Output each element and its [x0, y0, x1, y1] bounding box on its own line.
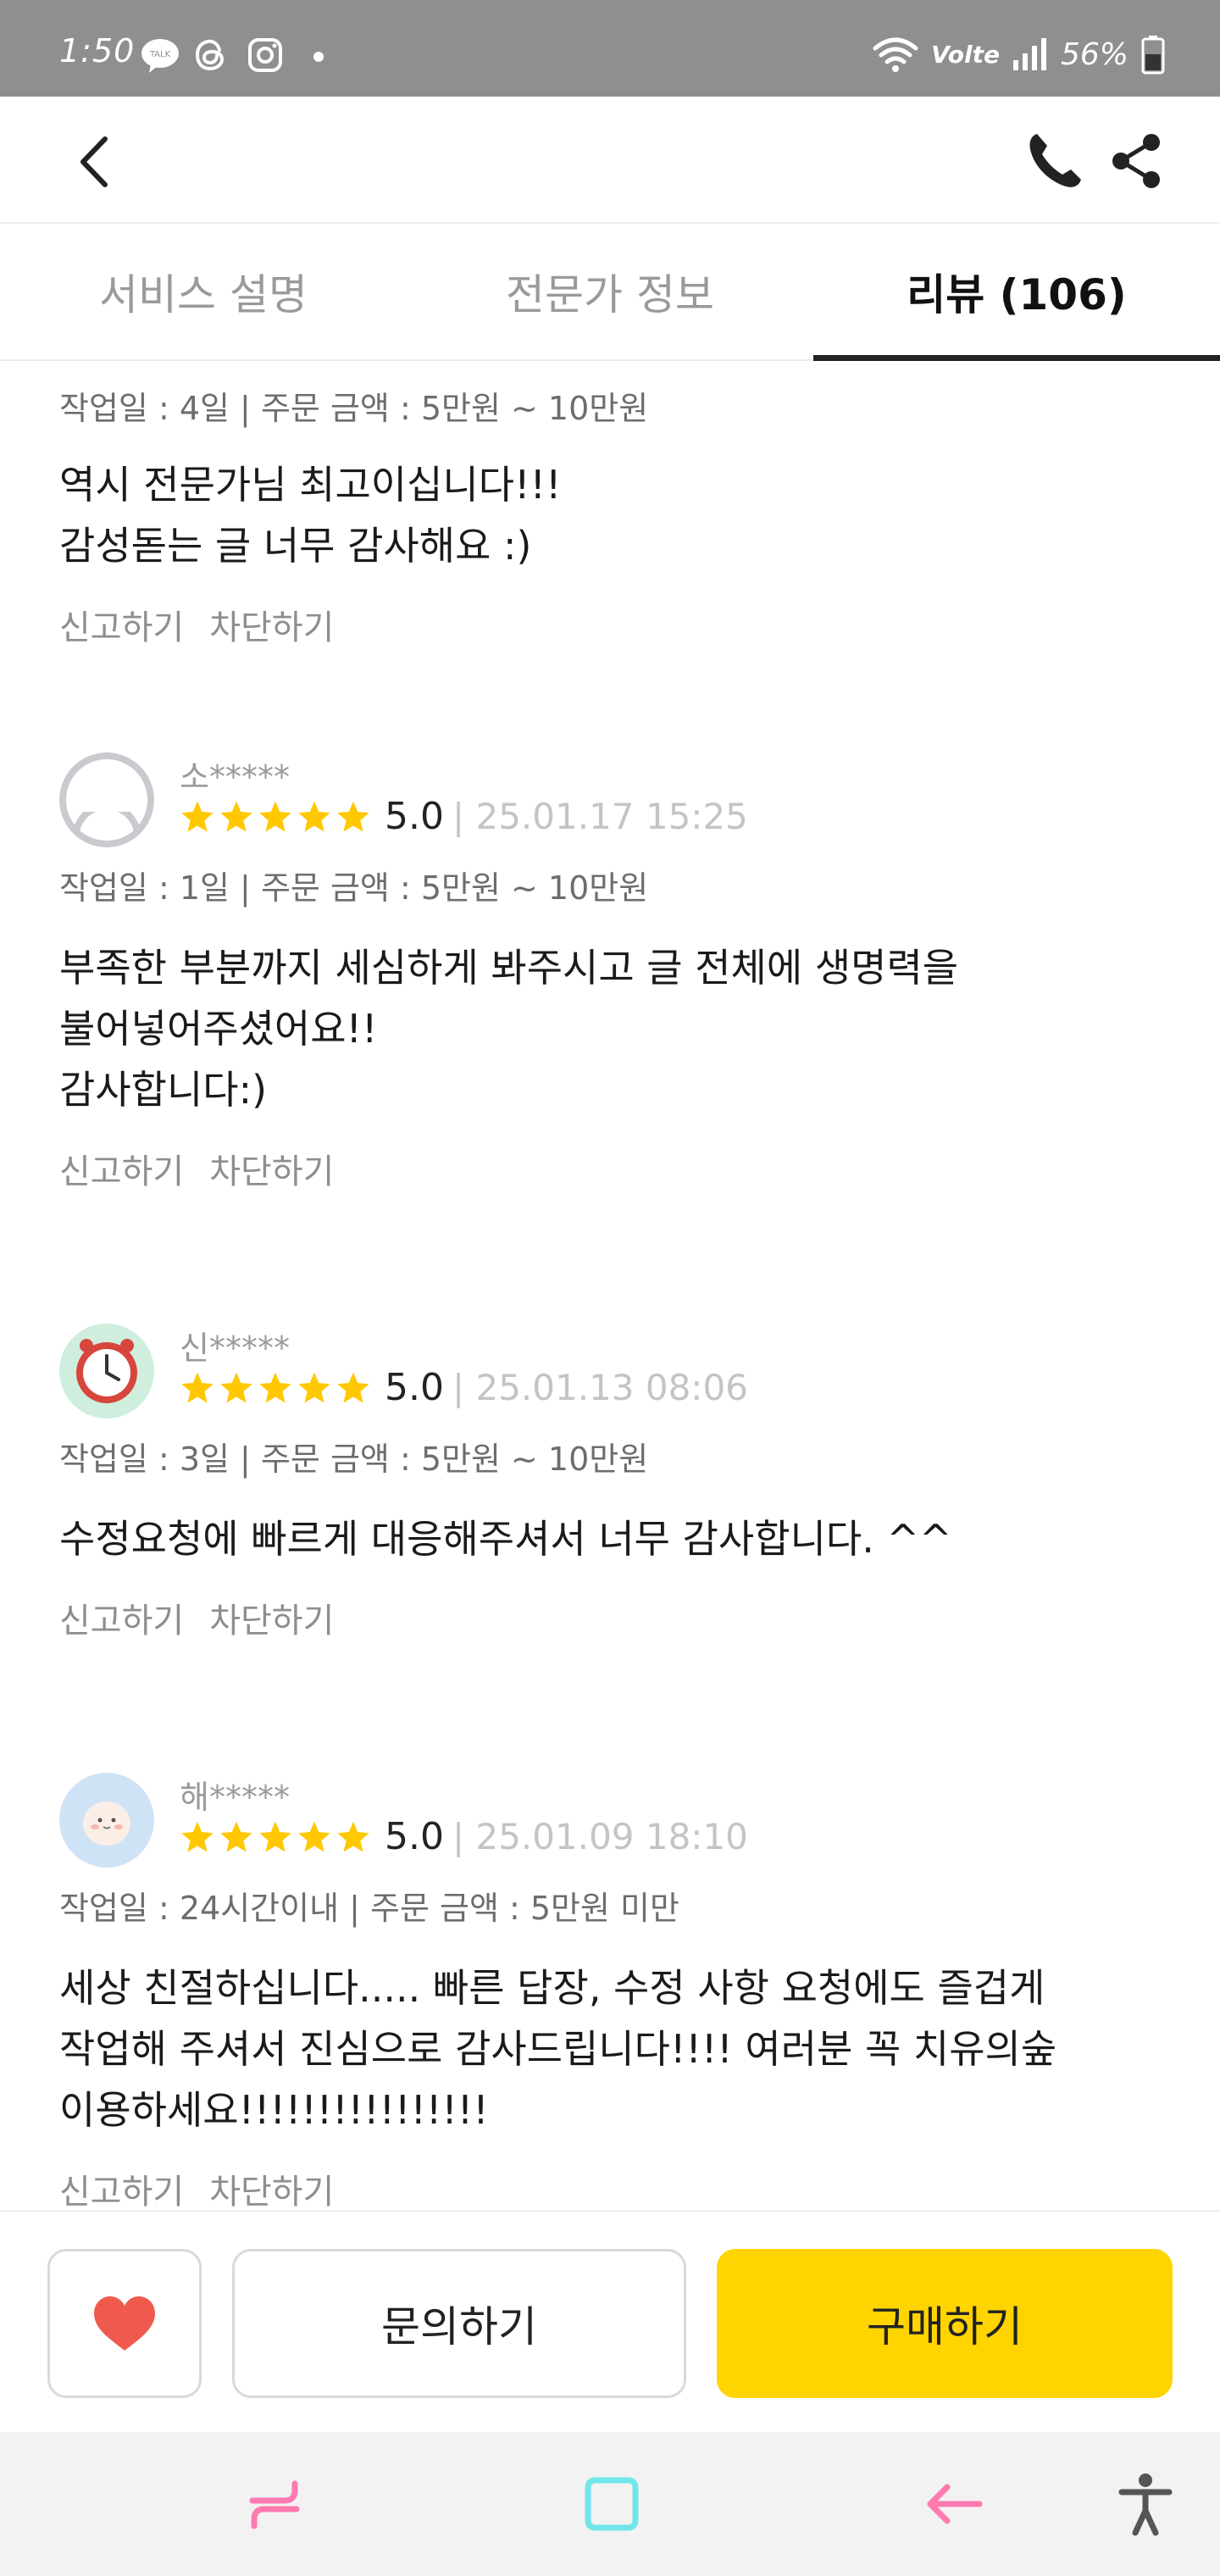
- inquire-button[interactable]: 문의하기: [232, 2249, 686, 2398]
- star-rating: [180, 1370, 371, 1406]
- review-date: | 25.01.13 08:06: [452, 1367, 748, 1408]
- star-icon: [298, 1821, 330, 1852]
- review-meta: 작업일 : 4일 | 주문 금액 : 5만원 ~ 10만원: [59, 390, 649, 427]
- block-button[interactable]: 차단하기: [209, 600, 334, 649]
- top-app-bar: [0, 97, 1220, 224]
- buy-button[interactable]: 구매하기: [717, 2249, 1173, 2398]
- phone-icon[interactable]: [1025, 130, 1084, 192]
- home-icon[interactable]: [578, 2470, 646, 2538]
- rating-score: 5.0: [385, 795, 444, 838]
- star-icon: [259, 1821, 291, 1852]
- block-button[interactable]: 차단하기: [209, 2164, 334, 2210]
- review-item: 소***** 5.0 | 25.01.17 15:25 작업일 : 1일 | 주…: [59, 752, 1161, 1193]
- battery-icon: [1141, 36, 1165, 75]
- review-date: | 25.01.09 18:10: [452, 1816, 748, 1857]
- wishlist-button[interactable]: [47, 2249, 202, 2398]
- signal-icon: [1012, 38, 1046, 70]
- block-button[interactable]: 차단하기: [209, 1144, 334, 1193]
- reviewer-name: 해*****: [180, 1779, 290, 1816]
- wifi-icon: [873, 37, 918, 72]
- star-icon: [298, 1372, 330, 1402]
- system-nav-bar: [0, 2432, 1220, 2576]
- rating-row: 5.0 | 25.01.17 15:25: [180, 795, 748, 838]
- block-button[interactable]: 차단하기: [209, 1593, 334, 1642]
- star-icon: [298, 801, 330, 831]
- review-meta: 작업일 : 24시간이내 | 주문 금액 : 5만원 미만: [59, 1890, 679, 1927]
- rating-score: 5.0: [385, 1366, 444, 1409]
- tab-service-description[interactable]: 서비스 설명: [0, 224, 407, 359]
- battery-percent: 56%: [1060, 36, 1128, 72]
- star-rating: [180, 799, 371, 835]
- reviewer-name: 신*****: [180, 1330, 290, 1367]
- star-icon: [337, 1821, 369, 1852]
- review-content: 수정요청에 빠르게 대응해주셔서 너무 감사합니다. ^^: [59, 1516, 952, 1562]
- status-right: Volte 56%: [872, 34, 1166, 75]
- tab-expert-info[interactable]: 전문가 정보: [407, 224, 813, 359]
- star-icon: [259, 801, 291, 831]
- review-item: 해***** 5.0 | 25.01.09 18:10 작업일 : 24시간이내…: [59, 1773, 1161, 2210]
- report-button[interactable]: 신고하기: [59, 1144, 184, 1193]
- review-item: 신***** 5.0 | 25.01.13 08:06 작업일 : 3일 | 주…: [59, 1324, 1161, 1642]
- review-content: 역시 전문가님 최고이십니다!!! 감성돋는 글 너무 감사해요 :): [59, 462, 562, 569]
- reviewer-row: 소***** 5.0 | 25.01.17 15:25: [59, 752, 1161, 863]
- rating-row: 5.0 | 25.01.13 08:06: [180, 1366, 748, 1409]
- review-item: 작업일 : 4일 | 주문 금액 : 5만원 ~ 10만원 역시 전문가님 최고…: [59, 383, 1161, 649]
- threads-icon: [195, 39, 225, 71]
- report-button[interactable]: 신고하기: [59, 1593, 184, 1642]
- report-button[interactable]: 신고하기: [59, 600, 184, 649]
- star-rating: [180, 1819, 371, 1855]
- review-date: | 25.01.17 15:25: [452, 796, 748, 837]
- star-icon: [337, 801, 369, 831]
- tab-bar: 서비스 설명 전문가 정보 리뷰 (106): [0, 224, 1220, 361]
- reviewer-name: 소*****: [180, 758, 290, 796]
- avatar: [59, 1773, 154, 1868]
- status-time: 1:50: [59, 32, 136, 69]
- svg-text:TALK: TALK: [149, 50, 171, 59]
- report-button[interactable]: 신고하기: [59, 2164, 184, 2210]
- status-bar: 1:50 TALK Volte 56%: [0, 0, 1220, 97]
- star-icon: [220, 1372, 252, 1402]
- rating-row: 5.0 | 25.01.09 18:10: [180, 1815, 748, 1858]
- star-icon: [181, 801, 214, 831]
- volte-label: Volte: [931, 40, 1000, 69]
- avatar: [59, 1324, 154, 1418]
- tab-reviews[interactable]: 리뷰 (106): [813, 224, 1220, 361]
- review-meta: 작업일 : 3일 | 주문 금액 : 5만원 ~ 10만원: [59, 1441, 649, 1478]
- star-icon: [181, 1372, 214, 1402]
- review-content: 세상 친절하십니다..... 빠른 답장, 수정 사항 요청에도 즐겁게 작업해…: [59, 1965, 1057, 2133]
- back-nav-icon[interactable]: [920, 2470, 988, 2538]
- bottom-action-bar: 문의하기 구매하기: [0, 2210, 1220, 2432]
- star-icon: [220, 801, 252, 831]
- recent-apps-icon[interactable]: [241, 2470, 308, 2538]
- talk-icon: TALK: [141, 39, 179, 73]
- back-icon[interactable]: [68, 132, 127, 192]
- review-content: 부족한 부분까지 세심하게 봐주시고 글 전체에 생명력을 불어넣어주셨어요!!…: [59, 945, 959, 1113]
- share-icon[interactable]: [1106, 130, 1167, 192]
- heart-icon: [94, 2296, 155, 2351]
- star-icon: [259, 1372, 291, 1402]
- accessibility-icon[interactable]: [1112, 2470, 1179, 2538]
- star-icon: [181, 1821, 214, 1852]
- review-list: 작업일 : 4일 | 주문 금액 : 5만원 ~ 10만원 역시 전문가님 최고…: [0, 363, 1220, 2210]
- avatar: [59, 752, 154, 847]
- instagram-icon: [248, 38, 282, 72]
- reviewer-row: 신***** 5.0 | 25.01.13 08:06: [59, 1324, 1161, 1434]
- rating-score: 5.0: [385, 1815, 444, 1858]
- star-icon: [220, 1821, 252, 1852]
- reviewer-row: 해***** 5.0 | 25.01.09 18:10: [59, 1773, 1161, 1883]
- star-icon: [337, 1372, 369, 1402]
- review-meta: 작업일 : 1일 | 주문 금액 : 5만원 ~ 10만원: [59, 869, 649, 907]
- dot-icon: [313, 52, 324, 62]
